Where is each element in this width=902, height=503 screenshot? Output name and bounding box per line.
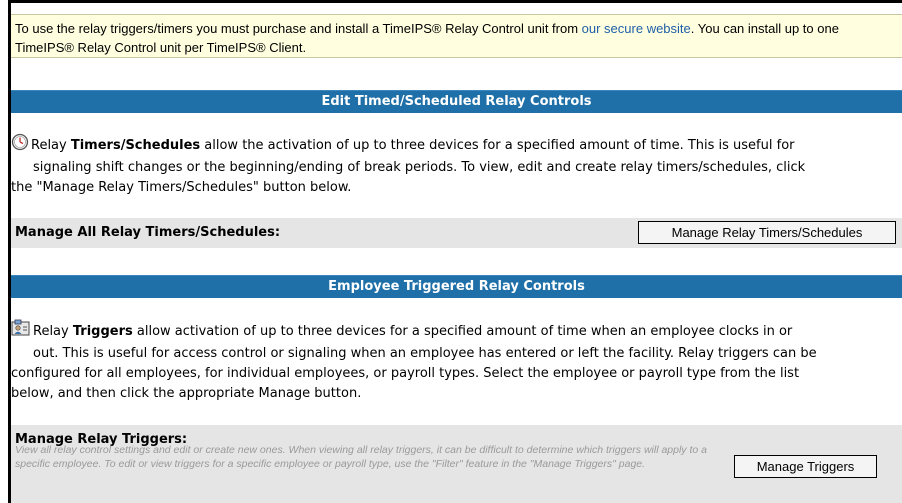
triggers-desc-line2: out. This is useful for access control o… bbox=[33, 346, 817, 361]
triggers-section-header: Employee Triggered Relay Controls bbox=[11, 275, 902, 298]
manage-triggers-button[interactable]: Manage Triggers bbox=[734, 455, 877, 478]
secure-website-link[interactable]: our secure website bbox=[582, 21, 691, 36]
triggers-desc-bold: Triggers bbox=[72, 324, 133, 339]
timers-desc-bold: Timers/Schedules bbox=[70, 138, 201, 153]
triggers-desc-line1: allow activation of up to three devices … bbox=[132, 324, 793, 339]
manage-timers-label: Manage All Relay Timers/Schedules: bbox=[15, 225, 281, 240]
manage-relay-timers-button[interactable]: Manage Relay Timers/Schedules bbox=[638, 221, 896, 244]
manage-timers-row: Manage All Relay Timers/Schedules: Manag… bbox=[11, 218, 902, 248]
timers-desc-line3: the "Manage Relay Timers/Schedules" butt… bbox=[11, 180, 352, 195]
notice-text-before: To use the relay triggers/timers you mus… bbox=[15, 21, 582, 36]
purchase-notice: To use the relay triggers/timers you mus… bbox=[11, 14, 902, 58]
employee-badge-icon bbox=[11, 319, 31, 344]
timers-desc-line2: signaling shift changes or the beginning… bbox=[33, 160, 806, 175]
manage-triggers-row: Manage Relay Triggers: View all relay co… bbox=[11, 425, 902, 503]
triggers-description: Relay Triggers allow activation of up to… bbox=[11, 319, 896, 404]
timers-desc-pre: Relay bbox=[31, 138, 71, 153]
triggers-desc-line3: configured for all employees, for indivi… bbox=[11, 366, 800, 381]
manage-triggers-help-text: View all relay control settings and edit… bbox=[15, 444, 707, 470]
timers-desc-line1: allow the activation of up to three devi… bbox=[200, 138, 795, 153]
timers-section-header: Edit Timed/Scheduled Relay Controls bbox=[11, 90, 902, 113]
timers-description: Relay Timers/Schedules allow the activat… bbox=[11, 133, 896, 198]
triggers-desc-pre: Relay bbox=[33, 324, 73, 339]
clock-icon bbox=[11, 133, 29, 158]
triggers-desc-line4: below, and then click the appropriate Ma… bbox=[11, 386, 362, 401]
